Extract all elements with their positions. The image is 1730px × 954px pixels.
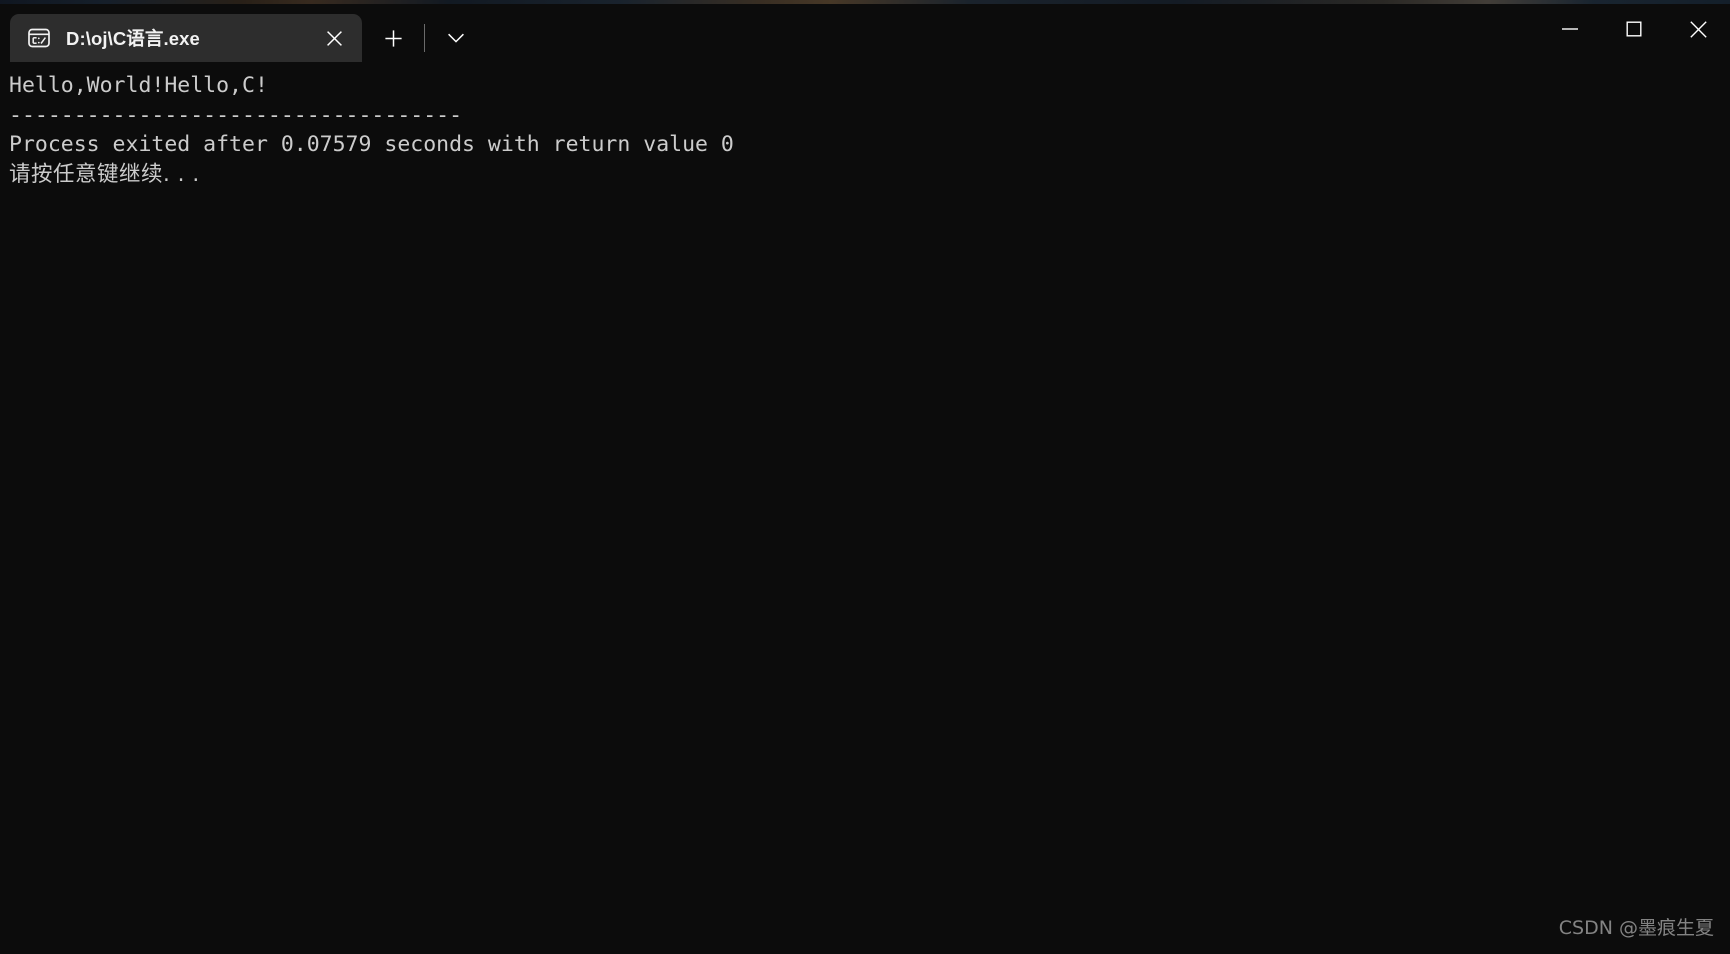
close-icon <box>1689 20 1707 38</box>
maximize-button[interactable] <box>1602 0 1666 58</box>
minimize-button[interactable] <box>1538 0 1602 58</box>
terminal-line-separator: ----------------------------------- <box>9 102 463 128</box>
tab-dropdown-button[interactable] <box>435 18 477 58</box>
terminal-line-prompt: 请按任意键继续. . . <box>9 161 200 187</box>
terminal-window: D:\oj\C语言.exe Hello,World!Hello,C! -----… <box>0 0 1730 954</box>
window-close-button[interactable] <box>1666 0 1730 58</box>
new-tab-button[interactable] <box>372 18 414 58</box>
plus-icon <box>384 29 402 47</box>
desktop-wallpaper-edge <box>0 0 1730 4</box>
terminal-line: Hello,World!Hello,C! <box>9 73 268 98</box>
titlebar: D:\oj\C语言.exe <box>0 0 1730 62</box>
chevron-down-icon <box>448 33 464 43</box>
window-controls <box>1538 0 1730 62</box>
titlebar-drag-region <box>477 0 1538 62</box>
close-icon <box>326 30 342 46</box>
watermark: CSDN @墨痕生夏 <box>1558 917 1714 939</box>
tab-close-button[interactable] <box>314 18 354 58</box>
terminal-output-area[interactable]: Hello,World!Hello,C! -------------------… <box>0 62 1730 954</box>
tab-title: D:\oj\C语言.exe <box>66 28 200 49</box>
tabstrip-divider <box>424 24 425 52</box>
tabstrip-actions <box>362 14 477 62</box>
minimize-icon <box>1562 28 1578 30</box>
terminal-line: Process exited after 0.07579 seconds wit… <box>9 132 734 157</box>
tab-active[interactable]: D:\oj\C语言.exe <box>10 14 362 62</box>
maximize-icon <box>1626 21 1642 37</box>
tab-strip: D:\oj\C语言.exe <box>0 0 477 62</box>
console-cmd-icon <box>26 25 52 51</box>
